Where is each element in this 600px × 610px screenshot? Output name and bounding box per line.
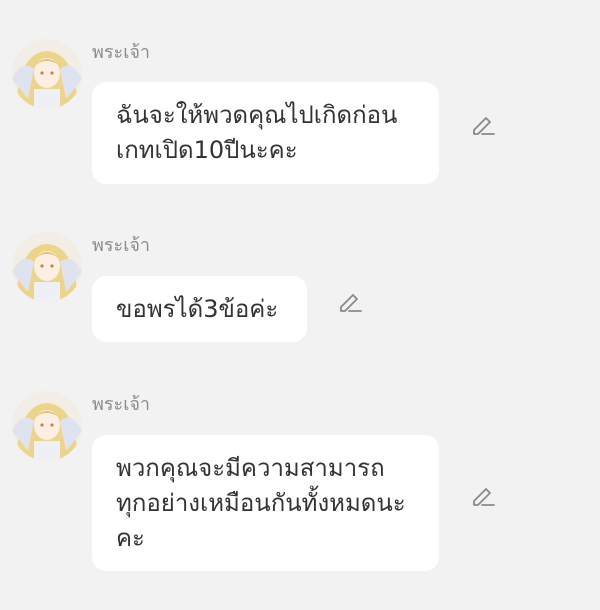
chat-thread: พระเจ้า ฉันจะให้พวดคุณไปเกิดก่อน เกทเปิด… bbox=[0, 0, 600, 610]
message-bubble[interactable]: ฉันจะให้พวดคุณไปเกิดก่อน เกทเปิด10ปีนะคะ bbox=[92, 82, 439, 184]
message-bubble[interactable]: พวกคุณจะมีความสามารถ ทุกอย่างเหมือนกันทั… bbox=[92, 435, 439, 571]
pencil-icon bbox=[473, 117, 495, 135]
sender-name: พระเจ้า bbox=[92, 42, 151, 63]
pencil-icon bbox=[473, 488, 495, 506]
goddess-avatar-icon bbox=[12, 39, 82, 109]
edit-message-button[interactable] bbox=[337, 288, 363, 314]
sender-avatar[interactable] bbox=[12, 232, 82, 302]
pencil-icon bbox=[340, 294, 362, 312]
sender-name: พระเจ้า bbox=[92, 235, 151, 256]
edit-message-button[interactable] bbox=[470, 111, 496, 137]
sender-name: พระเจ้า bbox=[92, 394, 151, 415]
edit-message-button[interactable] bbox=[470, 482, 496, 508]
goddess-avatar-icon bbox=[12, 232, 82, 302]
goddess-avatar-icon bbox=[12, 391, 82, 461]
sender-avatar[interactable] bbox=[12, 391, 82, 461]
message-bubble[interactable]: ขอพรได้3ข้อค่ะ bbox=[92, 276, 307, 342]
sender-avatar[interactable] bbox=[12, 39, 82, 109]
